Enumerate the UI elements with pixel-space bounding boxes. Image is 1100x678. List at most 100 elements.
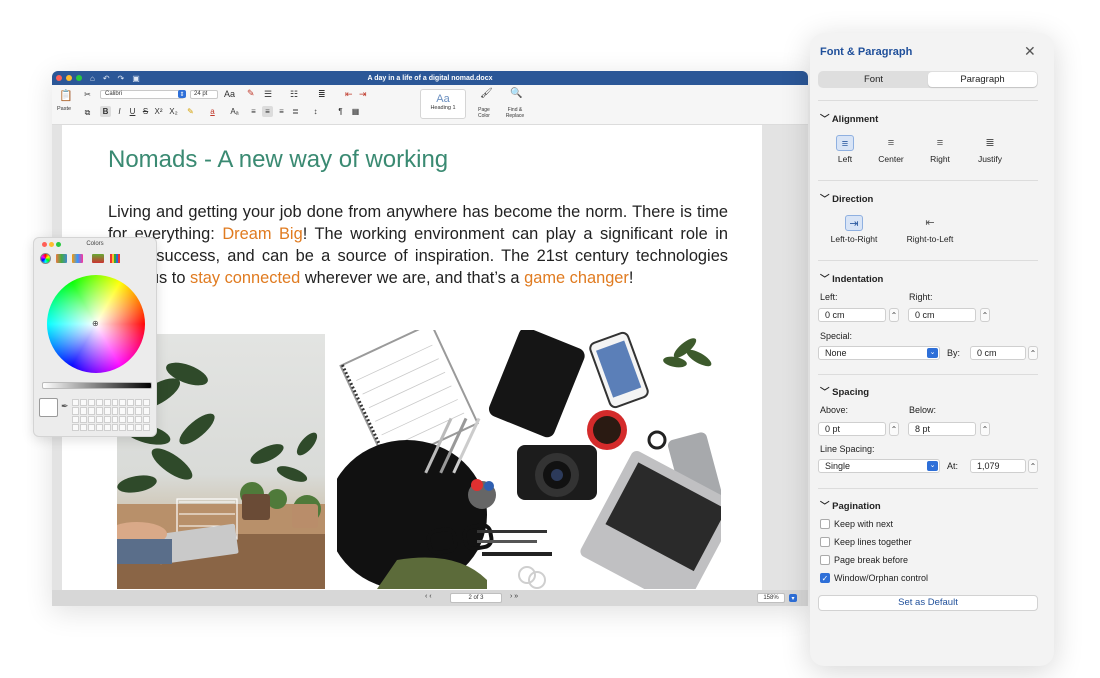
font-color-button[interactable]: a: [207, 106, 218, 117]
italic-button[interactable]: I: [114, 106, 125, 117]
window-orphan-label[interactable]: Window/Orphan control: [834, 573, 928, 583]
minimize-window-button[interactable]: [66, 75, 72, 81]
tab-font[interactable]: Font: [819, 72, 928, 87]
paragraph-marks-icon[interactable]: ¶: [335, 106, 346, 117]
decrease-indent-icon[interactable]: ⇤: [345, 89, 353, 100]
indent-right-stepper[interactable]: ⌃: [980, 308, 990, 322]
special-select[interactable]: None ⌄: [818, 346, 940, 360]
current-color-swatch[interactable]: [39, 398, 58, 417]
undo-icon[interactable]: ↶: [103, 74, 110, 83]
home-icon[interactable]: ⌂: [90, 74, 95, 83]
indentation-section[interactable]: ﹀ Indentation: [820, 271, 883, 285]
cut-icon[interactable]: ✂: [82, 89, 93, 100]
align-center-option[interactable]: ≡ Center: [869, 135, 913, 164]
text-effects-icon[interactable]: Aₐ: [229, 106, 240, 117]
image-palettes-tab-icon[interactable]: [92, 254, 104, 263]
next-page-icon[interactable]: › »: [510, 593, 518, 600]
saved-swatches-grid[interactable]: [72, 399, 150, 431]
multilevel-list-icon[interactable]: ≣: [318, 89, 326, 100]
pagination-section[interactable]: ﹀ Pagination: [820, 498, 881, 512]
zoom-window-button[interactable]: [76, 75, 82, 81]
copy-icon[interactable]: ⧉: [82, 107, 93, 118]
keep-lines-together-label[interactable]: Keep lines together: [834, 537, 912, 547]
zoom-dropdown-icon[interactable]: ▾: [789, 594, 797, 602]
prev-page-icon[interactable]: ‹ ‹: [425, 593, 432, 600]
below-stepper[interactable]: ⌃: [980, 422, 990, 436]
alignment-section[interactable]: ﹀ Alignment: [820, 111, 878, 125]
align-right-option[interactable]: ≡ Right: [918, 135, 962, 164]
save-icon[interactable]: ▣: [132, 74, 140, 83]
brightness-slider[interactable]: [42, 382, 152, 389]
style-gallery[interactable]: Aa Heading 1: [420, 89, 466, 119]
color-palettes-tab-icon[interactable]: [72, 254, 83, 263]
indent-left-stepper[interactable]: ⌃: [889, 308, 899, 322]
paste-icon[interactable]: 📋: [59, 88, 73, 102]
at-stepper[interactable]: ⌃: [1028, 459, 1038, 473]
grow-font-icon[interactable]: Aa: [224, 89, 235, 99]
by-stepper[interactable]: ⌃: [1028, 346, 1038, 360]
highlight-icon[interactable]: ✎: [185, 106, 196, 117]
keep-with-next-label[interactable]: Keep with next: [834, 519, 893, 529]
above-stepper[interactable]: ⌃: [889, 422, 899, 436]
chevron-down-icon: ⌄: [927, 348, 938, 358]
keep-lines-together-checkbox[interactable]: [820, 537, 830, 547]
page-break-before-label[interactable]: Page break before: [834, 555, 908, 565]
ltr-option[interactable]: ⇥ Left-to-Right: [822, 215, 886, 244]
pencils-tab-icon[interactable]: [110, 254, 120, 263]
paragraph-text: !: [628, 269, 634, 287]
numbering-icon[interactable]: ☷: [290, 89, 298, 100]
chevron-down-icon: ﹀: [820, 194, 830, 205]
subscript-button[interactable]: X₂: [168, 106, 179, 117]
by-field[interactable]: 0 cm: [970, 346, 1026, 360]
set-as-default-button[interactable]: Set as Default: [818, 595, 1038, 611]
bold-button[interactable]: B: [100, 106, 111, 117]
page-break-before-checkbox[interactable]: [820, 555, 830, 565]
superscript-button[interactable]: X²: [153, 106, 164, 117]
justify-option[interactable]: ≣ Justify: [968, 135, 1012, 164]
page-color-icon[interactable]: 🖌: [480, 88, 493, 99]
tab-paragraph[interactable]: Paragraph: [928, 72, 1037, 87]
rtl-option[interactable]: ⇤ Right-to-Left: [898, 215, 962, 244]
document-paragraph[interactable]: Living and getting your job done from an…: [108, 201, 728, 289]
clear-format-icon[interactable]: ✎: [247, 88, 255, 99]
indent-left-field[interactable]: 0 cm: [818, 308, 886, 322]
keep-with-next-checkbox[interactable]: [820, 519, 830, 529]
align-right-icon[interactable]: ≡: [276, 106, 287, 117]
window-orphan-checkbox[interactable]: ✓: [820, 573, 830, 583]
line-spacing-icon[interactable]: ↕: [310, 106, 321, 117]
underline-button[interactable]: U: [127, 106, 138, 117]
increase-indent-icon[interactable]: ⇥: [359, 89, 367, 100]
font-paragraph-panel: Font & Paragraph ✕ Font Paragraph ﹀ Alig…: [810, 33, 1054, 666]
above-field[interactable]: 0 pt: [818, 422, 886, 436]
strikethrough-button[interactable]: S: [140, 106, 151, 117]
justify-icon: ≣: [985, 137, 995, 149]
document-title[interactable]: A day in a life of a digital nomad.docx: [52, 75, 808, 82]
document-heading[interactable]: Nomads - A new way of working: [108, 146, 448, 174]
align-left-option[interactable]: ≡ Left: [823, 135, 867, 164]
align-center-icon[interactable]: ≡: [262, 106, 273, 117]
at-field[interactable]: 1,079: [970, 459, 1026, 473]
borders-icon[interactable]: ▦: [350, 106, 361, 117]
font-name-field[interactable]: Calibri: [100, 90, 184, 99]
bullets-icon[interactable]: ☰: [264, 89, 272, 100]
line-spacing-select[interactable]: Single ⌄: [818, 459, 940, 473]
redo-icon[interactable]: ↷: [118, 74, 125, 83]
zoom-field[interactable]: 158%: [757, 593, 785, 603]
below-field[interactable]: 8 pt: [908, 422, 976, 436]
direction-section[interactable]: ﹀ Direction: [820, 191, 873, 205]
color-sliders-tab-icon[interactable]: [56, 254, 67, 263]
close-icon[interactable]: ✕: [1024, 43, 1036, 60]
color-wheel-tab-icon[interactable]: [40, 253, 51, 264]
find-replace-icon[interactable]: 🔍: [510, 88, 522, 99]
eyedropper-icon[interactable]: ✒: [61, 401, 69, 412]
flatlay-photo[interactable]: [337, 330, 721, 589]
align-left-icon[interactable]: ≡: [248, 106, 259, 117]
indent-right-field[interactable]: 0 cm: [908, 308, 976, 322]
font-size-field[interactable]: 24 pt: [190, 90, 218, 99]
close-window-button[interactable]: [56, 75, 62, 81]
justify-icon[interactable]: ≣: [290, 106, 301, 117]
page-indicator[interactable]: 2 of 3: [450, 593, 502, 603]
spacing-section[interactable]: ﹀ Spacing: [820, 384, 869, 398]
justify-label: Justify: [977, 154, 1003, 164]
font-dropdown-icon[interactable]: ⇕: [178, 90, 186, 98]
